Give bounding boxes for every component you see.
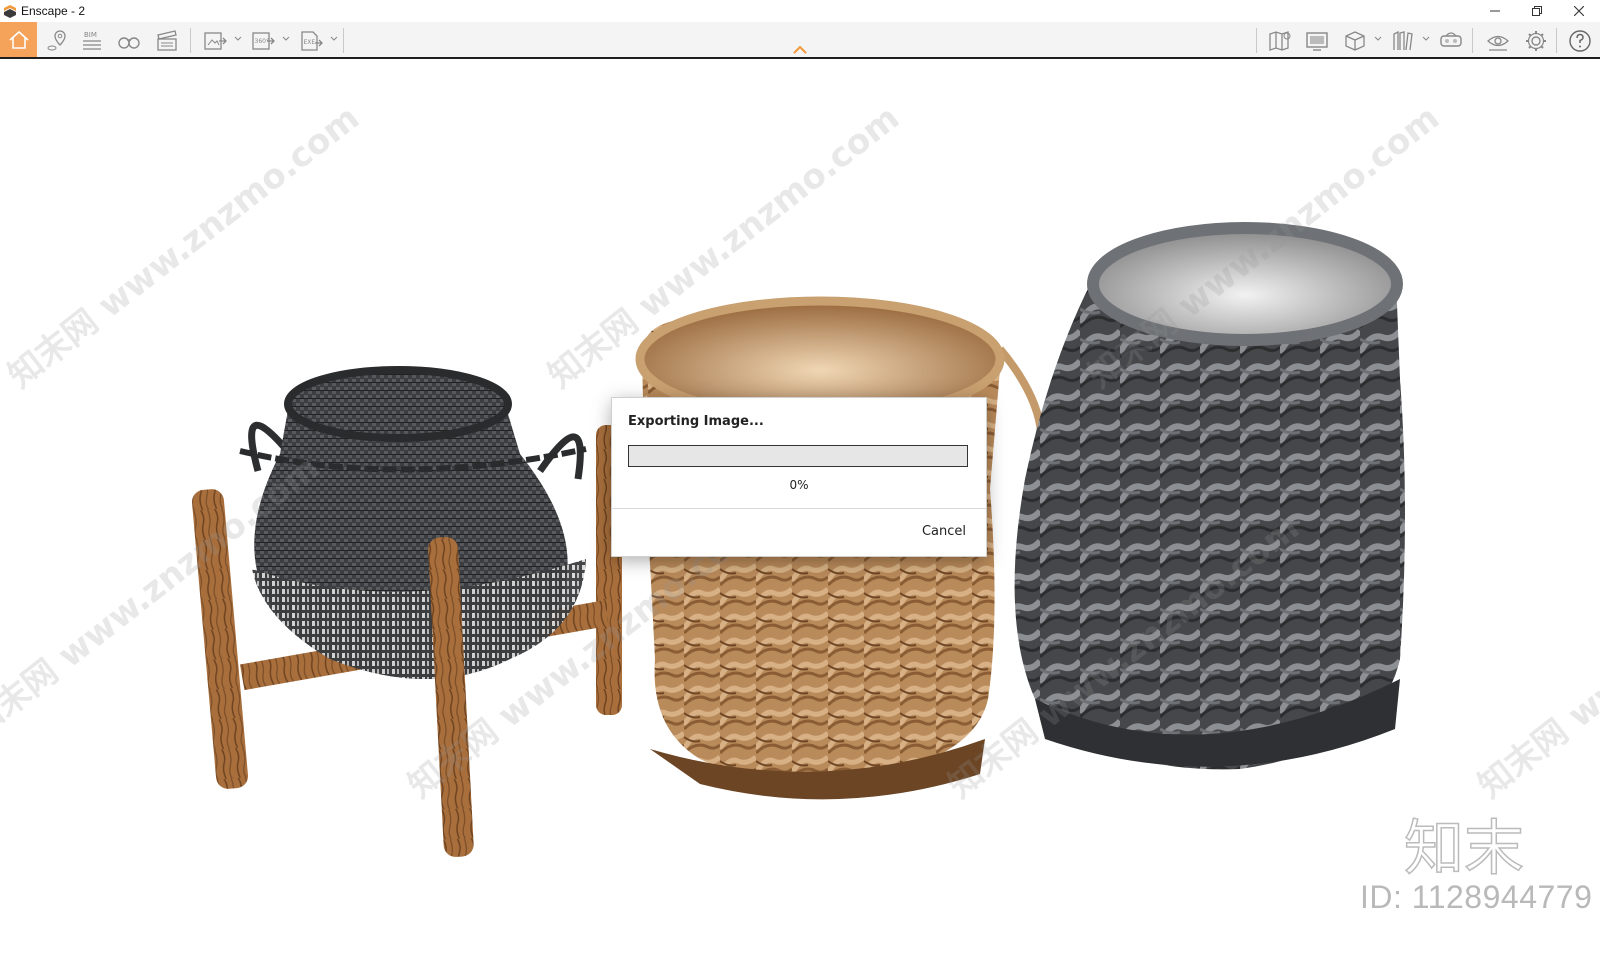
panorama-export-icon: 360° bbox=[251, 31, 275, 50]
settings-button[interactable] bbox=[1519, 24, 1552, 57]
dialog-title: Exporting Image... bbox=[628, 414, 764, 429]
cube-icon bbox=[1344, 30, 1365, 51]
exe-export-icon: EXE bbox=[300, 30, 323, 51]
title-bar: Enscape - 2 bbox=[0, 0, 1600, 22]
export-panorama-button[interactable]: 360° bbox=[246, 24, 279, 57]
export-image-button[interactable] bbox=[198, 24, 231, 57]
home-button[interactable] bbox=[0, 22, 37, 57]
toolbar-separator bbox=[1556, 28, 1557, 53]
asset-library-button[interactable] bbox=[1338, 24, 1371, 57]
chevron-down-icon bbox=[282, 36, 290, 41]
clapperboard-icon bbox=[156, 29, 177, 51]
watermark-id: ID: 1128944779 bbox=[1360, 879, 1593, 915]
watermark-text: 知末网 www.znzmo.com bbox=[1, 98, 367, 396]
books-icon bbox=[1392, 30, 1413, 50]
chevron-down-icon bbox=[330, 36, 338, 41]
home-icon bbox=[8, 30, 29, 49]
chevron-up-icon bbox=[793, 46, 807, 54]
location-pin-icon bbox=[47, 29, 66, 50]
vr-headset-button[interactable] bbox=[1434, 24, 1467, 57]
chevron-down-icon bbox=[234, 36, 242, 41]
bim-icon: BIM bbox=[82, 31, 101, 50]
svg-text:BIM: BIM bbox=[84, 31, 97, 39]
svg-text:360°: 360° bbox=[254, 38, 268, 45]
chevron-down-icon bbox=[1374, 36, 1382, 41]
export-exe-button[interactable]: EXE bbox=[294, 24, 327, 57]
image-export-icon bbox=[203, 31, 227, 50]
map-icon bbox=[1268, 30, 1290, 51]
walk-mode-button[interactable] bbox=[112, 24, 145, 57]
cancel-button[interactable]: Cancel bbox=[916, 522, 972, 541]
materials-dropdown[interactable] bbox=[1422, 34, 1430, 44]
help-icon bbox=[1568, 29, 1591, 52]
restore-button[interactable] bbox=[1516, 0, 1558, 22]
close-button[interactable] bbox=[1558, 0, 1600, 22]
map-button[interactable] bbox=[1263, 24, 1296, 57]
materials-button[interactable] bbox=[1386, 24, 1419, 57]
toolbar-separator bbox=[1472, 28, 1473, 53]
visual-settings-button[interactable] bbox=[1481, 24, 1514, 57]
screen-button[interactable] bbox=[1300, 24, 1333, 57]
export-image-dropdown[interactable] bbox=[234, 34, 242, 44]
bim-button[interactable]: BIM bbox=[75, 24, 108, 57]
dialog-divider bbox=[612, 508, 986, 509]
toolbar-separator bbox=[343, 28, 344, 53]
asset-library-dropdown[interactable] bbox=[1374, 34, 1382, 44]
toolbar-separator bbox=[190, 28, 191, 53]
progress-percent-label: 0% bbox=[789, 478, 809, 492]
brand-logo-text: 知末 bbox=[1404, 814, 1524, 879]
znzmo-brand-logo: 知末 bbox=[1404, 813, 1525, 879]
svg-text:EXE: EXE bbox=[303, 39, 315, 46]
help-button[interactable] bbox=[1563, 24, 1596, 57]
eye-icon bbox=[1486, 35, 1509, 51]
toolbar-collapse-button[interactable] bbox=[790, 44, 810, 56]
enscape-logo-icon bbox=[4, 5, 16, 18]
views-button[interactable] bbox=[40, 24, 73, 57]
video-editor-button[interactable] bbox=[150, 24, 183, 57]
minimize-button[interactable] bbox=[1474, 0, 1516, 22]
monitor-icon bbox=[1305, 31, 1328, 51]
gear-icon bbox=[1525, 30, 1546, 51]
chevron-down-icon bbox=[1422, 36, 1430, 41]
binoculars-icon bbox=[117, 36, 140, 49]
close-icon bbox=[1574, 6, 1584, 16]
export-panorama-dropdown[interactable] bbox=[282, 34, 290, 44]
toolbar-separator bbox=[1256, 28, 1257, 53]
black-basket-with-stand bbox=[191, 366, 622, 857]
export-exe-dropdown[interactable] bbox=[330, 34, 338, 44]
restore-icon bbox=[1532, 6, 1542, 16]
window-title: Enscape - 2 bbox=[21, 4, 86, 18]
export-progress-dialog: Exporting Image... 0% Cancel bbox=[612, 398, 986, 556]
progress-bar bbox=[628, 445, 968, 467]
watermark-text: 知末网 www.znzmo.com bbox=[1471, 508, 1600, 806]
vr-headset-icon bbox=[1439, 31, 1462, 47]
minimize-icon bbox=[1490, 10, 1500, 12]
